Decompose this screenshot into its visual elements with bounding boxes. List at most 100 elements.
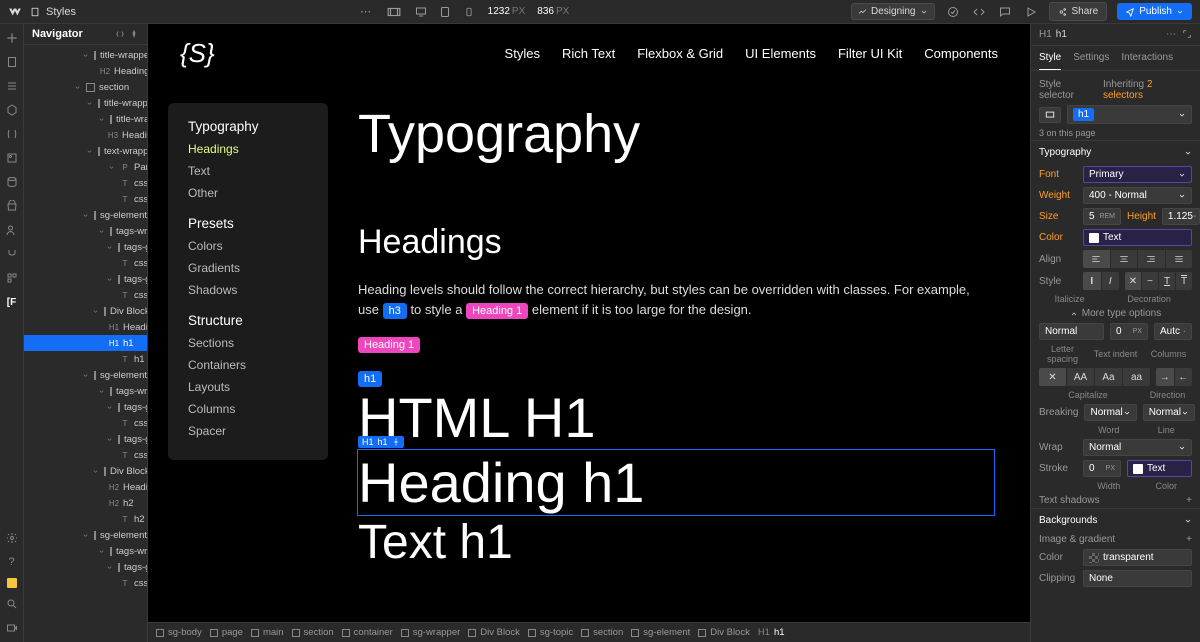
tree-row[interactable]: tags-group [24, 431, 147, 447]
search-icon[interactable] [4, 596, 20, 612]
publish-button[interactable]: Publish [1117, 3, 1192, 20]
gear-icon[interactable] [392, 438, 400, 446]
tree-row[interactable]: section [24, 79, 147, 95]
breadcrumb-item[interactable]: Div Block [468, 627, 520, 638]
assets-icon[interactable] [4, 150, 20, 166]
nav-link[interactable]: Components [924, 46, 998, 61]
sidenav-item[interactable]: Spacer [188, 424, 308, 438]
breadcrumb-item[interactable]: sg-topic [528, 627, 573, 638]
tree-row[interactable]: H1h1 [24, 335, 147, 351]
tree-row[interactable]: Tcss-tag [24, 415, 147, 431]
chevron-down-icon[interactable] [104, 436, 114, 443]
style-panel-tab[interactable]: Interactions [1121, 52, 1173, 70]
chevron-down-icon[interactable] [104, 276, 114, 283]
comment-icon[interactable] [997, 4, 1013, 20]
tree-row[interactable]: tags-group [24, 239, 147, 255]
sidenav-item[interactable]: Columns [188, 402, 308, 416]
heading-html-h1[interactable]: HTML H1 [358, 385, 994, 450]
chevron-down-icon[interactable] [72, 84, 82, 91]
inheriting-link[interactable]: Inheriting 2 selectors [1103, 79, 1192, 101]
sidenav-item[interactable]: Shadows [188, 283, 308, 297]
tree-row[interactable]: PParagraph [24, 159, 147, 175]
tree-row[interactable]: H2Heading 2 [24, 63, 147, 79]
tree-row[interactable]: title-wrapper [24, 111, 147, 127]
expand-icon[interactable] [1182, 29, 1192, 40]
tree-row[interactable]: Div Block [24, 303, 147, 319]
canvas-height[interactable]: 836 [537, 6, 554, 17]
breadcrumb-item[interactable]: page [210, 627, 243, 638]
webflow-logo-icon[interactable] [8, 5, 22, 19]
chevron-down-icon[interactable] [96, 548, 106, 555]
tree-row[interactable]: tags-group [24, 399, 147, 415]
share-button[interactable]: Share [1049, 2, 1108, 21]
breadcrumb-item[interactable]: sg-wrapper [401, 627, 461, 638]
columns-input[interactable]: Autc· [1154, 323, 1192, 340]
logic-icon[interactable] [4, 246, 20, 262]
line-break-dropdown[interactable]: Normal [1143, 404, 1195, 421]
tree-row[interactable]: H2Heading 2 [24, 479, 147, 495]
italic-buttons[interactable]: I I [1083, 272, 1119, 290]
chevron-down-icon[interactable] [90, 468, 100, 475]
desktop-icon[interactable] [414, 5, 428, 19]
sidenav-item[interactable]: Text [188, 164, 308, 178]
chevron-down-icon[interactable] [96, 116, 106, 123]
mobile-icon[interactable] [462, 5, 476, 19]
typography-section[interactable]: Typography [1031, 140, 1200, 164]
video-icon[interactable] [4, 620, 20, 636]
sidenav-item[interactable]: Other [188, 186, 308, 200]
help-icon[interactable]: ? [4, 554, 20, 570]
chevron-down-icon[interactable] [106, 164, 116, 171]
capitalize-buttons[interactable]: ✕ AA Aa aa [1039, 368, 1150, 386]
tree-row[interactable]: sg-element [24, 207, 147, 223]
more-icon[interactable]: ⋯ [1166, 29, 1176, 40]
chevron-down-icon[interactable] [104, 404, 114, 411]
tree-row[interactable]: Tcss-tag [24, 191, 147, 207]
add-icon[interactable] [4, 30, 20, 46]
clipping-dropdown[interactable]: None [1083, 570, 1192, 587]
selected-element[interactable]: H1 h1 Heading h1 [358, 450, 994, 515]
nav-link[interactable]: Styles [505, 46, 540, 61]
chevron-down-icon[interactable] [104, 564, 114, 571]
add-bg-icon[interactable]: + [1186, 534, 1192, 545]
chevron-down-icon[interactable] [90, 308, 100, 315]
tree-row[interactable]: Tcss-tag [24, 255, 147, 271]
tree-row[interactable]: title-wrapper [24, 47, 147, 63]
tree-row[interactable]: Th2 [24, 511, 147, 527]
size-input[interactable]: 5REM [1083, 208, 1121, 225]
navigator-tree[interactable]: title-wrapperH2Heading 2sectiontitle-wra… [24, 45, 147, 642]
sidenav-item[interactable]: Sections [188, 336, 308, 350]
style-panel-tab[interactable]: Settings [1073, 52, 1109, 70]
backgrounds-section[interactable]: Backgrounds [1031, 508, 1200, 532]
pages-icon[interactable] [4, 54, 20, 70]
tree-row[interactable]: Div Block [24, 463, 147, 479]
tree-row[interactable]: Tcss-tag [24, 447, 147, 463]
variables-icon[interactable] [4, 126, 20, 142]
sidenav-item[interactable]: Layouts [188, 380, 308, 394]
breadcrumb-selected[interactable]: H1 h1 [758, 627, 785, 638]
apps-icon[interactable] [4, 270, 20, 286]
sidenav-item[interactable]: Containers [188, 358, 308, 372]
tree-row[interactable]: Th1 [24, 351, 147, 367]
settings-icon[interactable] [4, 530, 20, 546]
tree-row[interactable]: tags-wrapper [24, 383, 147, 399]
nav-link[interactable]: Flexbox & Grid [637, 46, 723, 61]
breadcrumb-item[interactable]: Div Block [698, 627, 750, 638]
spacing-mode[interactable]: Normal [1039, 323, 1104, 340]
chevron-down-icon[interactable] [84, 148, 94, 155]
code-icon[interactable] [971, 4, 987, 20]
pin-icon[interactable] [129, 29, 139, 39]
breakpoint-selector[interactable] [1039, 107, 1061, 123]
sidenav-item[interactable]: Gradients [188, 261, 308, 275]
breadcrumb-item[interactable]: section [292, 627, 334, 638]
ecommerce-icon[interactable] [4, 198, 20, 214]
stroke-width-input[interactable]: 0PX [1083, 460, 1121, 477]
chevron-down-icon[interactable] [96, 388, 106, 395]
more-icon[interactable]: ⋯ [358, 4, 374, 20]
class-selector[interactable]: h1 [1067, 105, 1192, 124]
nav-link[interactable]: Filter UI Kit [838, 46, 902, 61]
chevron-down-icon[interactable] [104, 244, 114, 251]
chevron-down-icon[interactable] [80, 372, 90, 379]
tree-row[interactable]: text-wrapper [24, 143, 147, 159]
sidenav-item[interactable]: Headings [188, 142, 308, 156]
tree-row[interactable]: sg-element [24, 527, 147, 543]
